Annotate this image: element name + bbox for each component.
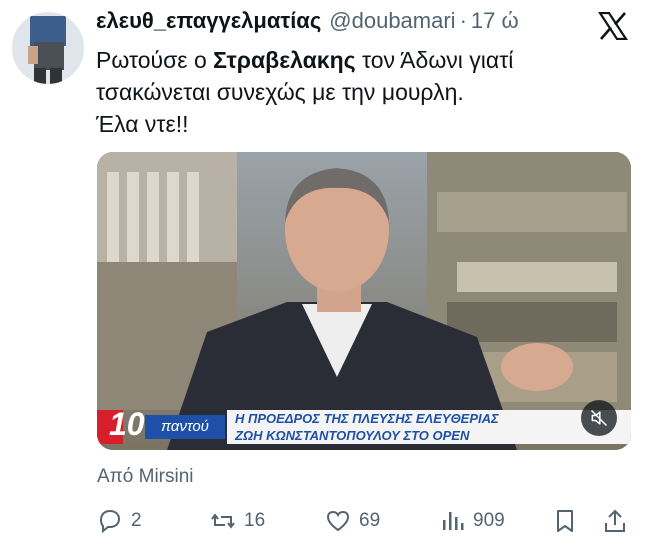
timestamp[interactable]: 17 ώ [471, 8, 519, 34]
ticker-line-2: ΖΩΗ ΚΩΝΣΤΑΝΤΟΠΟΥΛΟΥ ΣΤΟ OPEN [235, 428, 470, 443]
reply-count: 2 [131, 510, 142, 531]
bookmark-icon [557, 510, 573, 532]
tweet-text-line2: Έλα ντε!! [96, 111, 189, 137]
reply-button[interactable]: 2 [97, 506, 142, 536]
channel-number: 10 [109, 406, 145, 442]
separator-dot: · [459, 8, 467, 33]
heart-icon [326, 510, 350, 532]
avatar[interactable] [12, 12, 84, 84]
user-handle[interactable]: @doubamari [329, 8, 455, 34]
video-frame [97, 152, 631, 450]
reply-icon [99, 509, 121, 534]
share-button[interactable] [602, 506, 628, 536]
ticker-line-1: Η ΠΡΟΕΔΡΟΣ ΤΗΣ ΠΛΕΥΣΗΣ ΕΛΕΥΘΕΡΙΑΣ [235, 411, 499, 426]
repost-button[interactable]: 16 [210, 506, 265, 536]
repost-icon [211, 513, 235, 529]
ticker-text: Η ΠΡΟΕΔΡΟΣ ΤΗΣ ΠΛΕΥΣΗΣ ΕΛΕΥΘΕΡΙΑΣ ΖΩΗ ΚΩ… [227, 410, 631, 444]
views-icon [443, 512, 464, 530]
video-player[interactable]: 10 παντού Η ΠΡΟΕΔΡΟΣ ΤΗΣ ΠΛΕΥΣΗΣ ΕΛΕΥΘΕΡ… [97, 152, 631, 450]
tweet: ελευθ_επαγγελματίας @doubamari · 17 ώ Ρω… [0, 0, 650, 547]
news-ticker: 10 παντού Η ΠΡΟΕΔΡΟΣ ΤΗΣ ΠΛΕΥΣΗΣ ΕΛΕΥΘΕΡ… [97, 406, 631, 444]
share-icon [605, 509, 625, 532]
tweet-header: ελευθ_επαγγελματίας @doubamari · 17 ώ [96, 8, 590, 40]
tweet-text: Ρωτούσε ο Στραβελακης τον Άδωνι γιατί τσ… [96, 44, 616, 140]
tweet-text-bold: Στραβελακης [213, 47, 356, 73]
like-count: 69 [359, 510, 381, 531]
x-logo-icon[interactable] [597, 11, 629, 41]
mute-button[interactable] [581, 400, 617, 436]
like-button[interactable]: 69 [325, 506, 380, 536]
views-button[interactable]: 909 [439, 506, 505, 536]
repost-count: 16 [244, 510, 266, 531]
views-count: 909 [473, 510, 505, 531]
display-name[interactable]: ελευθ_επαγγελματίας [96, 8, 321, 34]
ticker-label: παντού [145, 415, 225, 439]
action-bar: 2 16 69 909 [97, 506, 632, 536]
speaker-muted-icon [590, 409, 608, 427]
media-source[interactable]: Από Mirsini [97, 466, 194, 488]
tweet-text-part1: Ρωτούσε ο [96, 47, 214, 73]
bookmark-button[interactable] [552, 506, 578, 536]
